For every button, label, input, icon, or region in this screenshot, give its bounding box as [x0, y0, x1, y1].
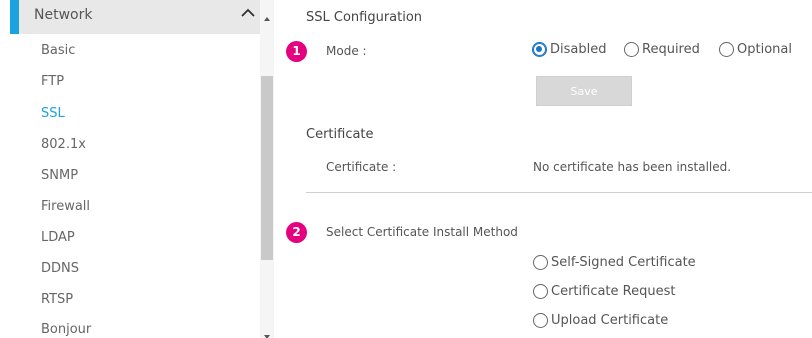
sidebar: Network Basic FTP SSL 802.1x SNMP Firewa…	[0, 0, 260, 338]
mode-optional-radio[interactable]: Optional	[719, 42, 792, 57]
radio-unselected-icon	[533, 313, 548, 328]
sidebar-item-8021x[interactable]: 802.1x	[41, 137, 86, 152]
mode-required-radio[interactable]: Required	[624, 42, 700, 57]
mode-required-label: Required	[642, 42, 700, 57]
step-2-badge: 2	[286, 222, 307, 243]
install-method-label: Select Certificate Install Method	[326, 225, 518, 239]
step-1-badge: 1	[286, 41, 307, 62]
scroll-up-arrow-icon[interactable]	[262, 8, 272, 21]
sidebar-scrollbar-thumb[interactable]	[261, 76, 273, 260]
certificate-request-label: Certificate Request	[551, 284, 676, 299]
sidebar-item-basic[interactable]: Basic	[41, 43, 75, 58]
mode-label: Mode :	[326, 44, 367, 58]
radio-unselected-icon	[719, 42, 734, 57]
scroll-down-arrow-icon[interactable]	[262, 326, 272, 338]
nav-accent-bar	[10, 0, 19, 34]
nav-group-network[interactable]: Network	[10, 0, 260, 34]
sidebar-item-bonjour[interactable]: Bonjour	[41, 322, 91, 337]
certificate-status-value: No certificate has been installed.	[533, 160, 732, 174]
radio-unselected-icon	[533, 284, 548, 299]
chevron-up-icon[interactable]	[238, 3, 258, 23]
mode-optional-label: Optional	[737, 42, 792, 57]
radio-unselected-icon	[533, 255, 548, 270]
nav-group-title: Network	[34, 7, 93, 23]
upload-certificate-radio[interactable]: Upload Certificate	[533, 313, 668, 328]
certificate-title: Certificate	[306, 127, 374, 142]
sidebar-item-snmp[interactable]: SNMP	[41, 168, 78, 183]
sidebar-item-ddns[interactable]: DDNS	[41, 261, 79, 276]
self-signed-certificate-radio[interactable]: Self-Signed Certificate	[533, 255, 696, 270]
upload-certificate-label: Upload Certificate	[551, 313, 669, 328]
self-signed-certificate-label: Self-Signed Certificate	[551, 255, 696, 270]
sidebar-item-ftp[interactable]: FTP	[41, 74, 64, 89]
certificate-request-radio[interactable]: Certificate Request	[533, 284, 675, 299]
sidebar-item-ldap[interactable]: LDAP	[41, 230, 75, 245]
ssl-configuration-title: SSL Configuration	[306, 10, 423, 25]
section-divider	[306, 192, 812, 193]
sidebar-item-ssl[interactable]: SSL	[41, 106, 65, 121]
certificate-label: Certificate :	[326, 160, 397, 174]
radio-unselected-icon	[624, 42, 639, 57]
sidebar-item-rtsp[interactable]: RTSP	[41, 292, 73, 307]
save-button[interactable]: Save	[536, 76, 632, 106]
sidebar-item-firewall[interactable]: Firewall	[41, 199, 90, 214]
mode-disabled-label: Disabled	[550, 42, 607, 57]
mode-disabled-radio[interactable]: Disabled	[532, 42, 606, 57]
radio-selected-icon	[532, 42, 547, 57]
